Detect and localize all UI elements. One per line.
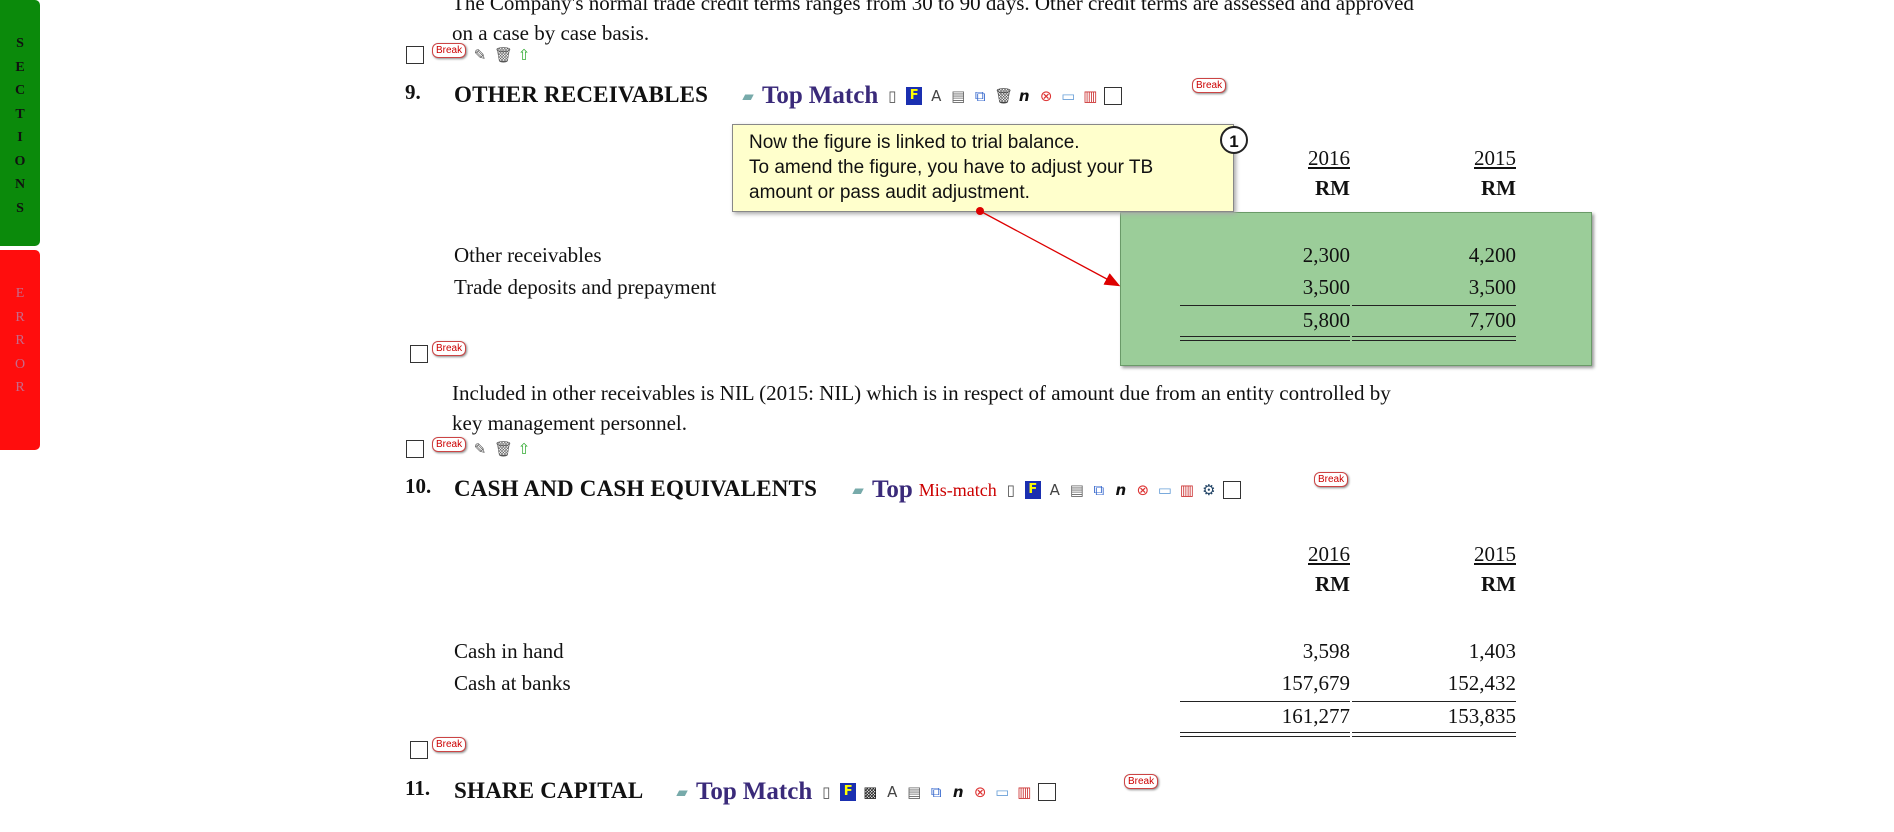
row-label: Cash in hand [454, 639, 564, 663]
match-status: Match [742, 778, 813, 805]
note-toolbar: ▰ Top Mis-match ▯ F A ▤ ⧉ n ⊗ ▭ ▥ ⚙ [850, 476, 1241, 504]
window-arrow-icon[interactable]: ⧉ [928, 783, 944, 801]
value-2015[interactable]: 1,403 [1366, 639, 1516, 664]
document-arrow-icon[interactable]: ▯ [1003, 481, 1019, 499]
book-icon[interactable]: ▰ [850, 481, 866, 499]
related-party-paragraph: Included in other receivables is NIL (20… [452, 378, 1510, 438]
select-checkbox[interactable] [406, 440, 424, 458]
total-double-line [1352, 732, 1516, 737]
break-button[interactable]: Break [432, 341, 467, 356]
script-n-icon[interactable]: n [950, 783, 966, 801]
close-icon[interactable]: ⊗ [972, 783, 988, 801]
top-link[interactable]: Top [872, 476, 913, 504]
subtotal-line [1180, 701, 1350, 702]
unit-header: RM [1481, 572, 1516, 596]
total-double-line [1180, 732, 1350, 737]
trash-icon[interactable]: 🗑 [494, 440, 513, 458]
break-button[interactable]: Break [1124, 774, 1159, 789]
formula-f-icon[interactable]: F [1024, 481, 1041, 499]
font-style-icon[interactable]: A [884, 783, 900, 801]
row-label: Cash at banks [454, 671, 571, 695]
paragraph-line: key management personnel. [452, 411, 687, 435]
note-title: CASH AND CASH EQUIVALENTS [454, 476, 818, 501]
note-number: 10. [405, 474, 432, 498]
value-2016[interactable]: 3,598 [1200, 639, 1350, 664]
year-header: 2016 [1308, 542, 1350, 566]
arrow-up-icon[interactable]: ⇧ [516, 440, 532, 458]
note-title: SHARE CAPITAL [454, 778, 644, 803]
break-button[interactable]: Break [432, 737, 467, 752]
select-checkbox[interactable] [410, 741, 428, 759]
value-2015[interactable]: 152,432 [1366, 671, 1516, 696]
year-header: 2015 [1474, 542, 1516, 566]
subtotal-line [1352, 701, 1516, 702]
pattern-icon[interactable]: ▩ [862, 783, 878, 801]
mismatch-status: Mis-match [918, 479, 997, 500]
paragraph-line: Included in other receivables is NIL (20… [452, 381, 1391, 405]
value-2016[interactable]: 157,679 [1200, 671, 1350, 696]
break-button[interactable]: Break [1314, 472, 1349, 487]
blank-page-icon[interactable]: ▭ [1157, 481, 1173, 499]
formula-f-icon[interactable]: F [840, 783, 857, 801]
books-icon[interactable]: ▥ [1016, 783, 1032, 801]
close-icon[interactable]: ⊗ [1135, 481, 1151, 499]
blank-page-icon[interactable]: ▭ [994, 783, 1010, 801]
note-checkbox[interactable] [1222, 481, 1241, 499]
total-2015[interactable]: 153,835 [1366, 704, 1516, 729]
total-2016[interactable]: 161,277 [1200, 704, 1350, 729]
script-n-icon[interactable]: n [1113, 481, 1129, 499]
break-button[interactable]: Break [432, 437, 467, 452]
window-arrow-icon[interactable]: ⧉ [1091, 481, 1107, 499]
font-style-icon[interactable]: A [1047, 481, 1063, 499]
document-arrow-icon[interactable]: ▯ [818, 783, 834, 801]
select-checkbox[interactable] [410, 345, 428, 363]
unit-header: RM [1315, 572, 1350, 596]
top-link[interactable]: Top [696, 778, 737, 806]
book-icon[interactable]: ▰ [674, 783, 690, 801]
books-icon[interactable]: ▥ [1179, 481, 1195, 499]
edit-icon[interactable]: ✎ [472, 440, 488, 458]
notepad-icon[interactable]: ▤ [906, 783, 922, 801]
notepad-icon[interactable]: ▤ [1069, 481, 1085, 499]
note-checkbox[interactable] [1038, 783, 1057, 801]
note-number: 11. [405, 776, 431, 800]
gear-icon[interactable]: ⚙ [1201, 481, 1217, 499]
note-toolbar: ▰ Top Match ▯ F ▩ A ▤ ⧉ n ⊗ ▭ ▥ [674, 778, 1057, 806]
row-toolbar: ✎ 🗑 ⇧ [472, 440, 532, 458]
